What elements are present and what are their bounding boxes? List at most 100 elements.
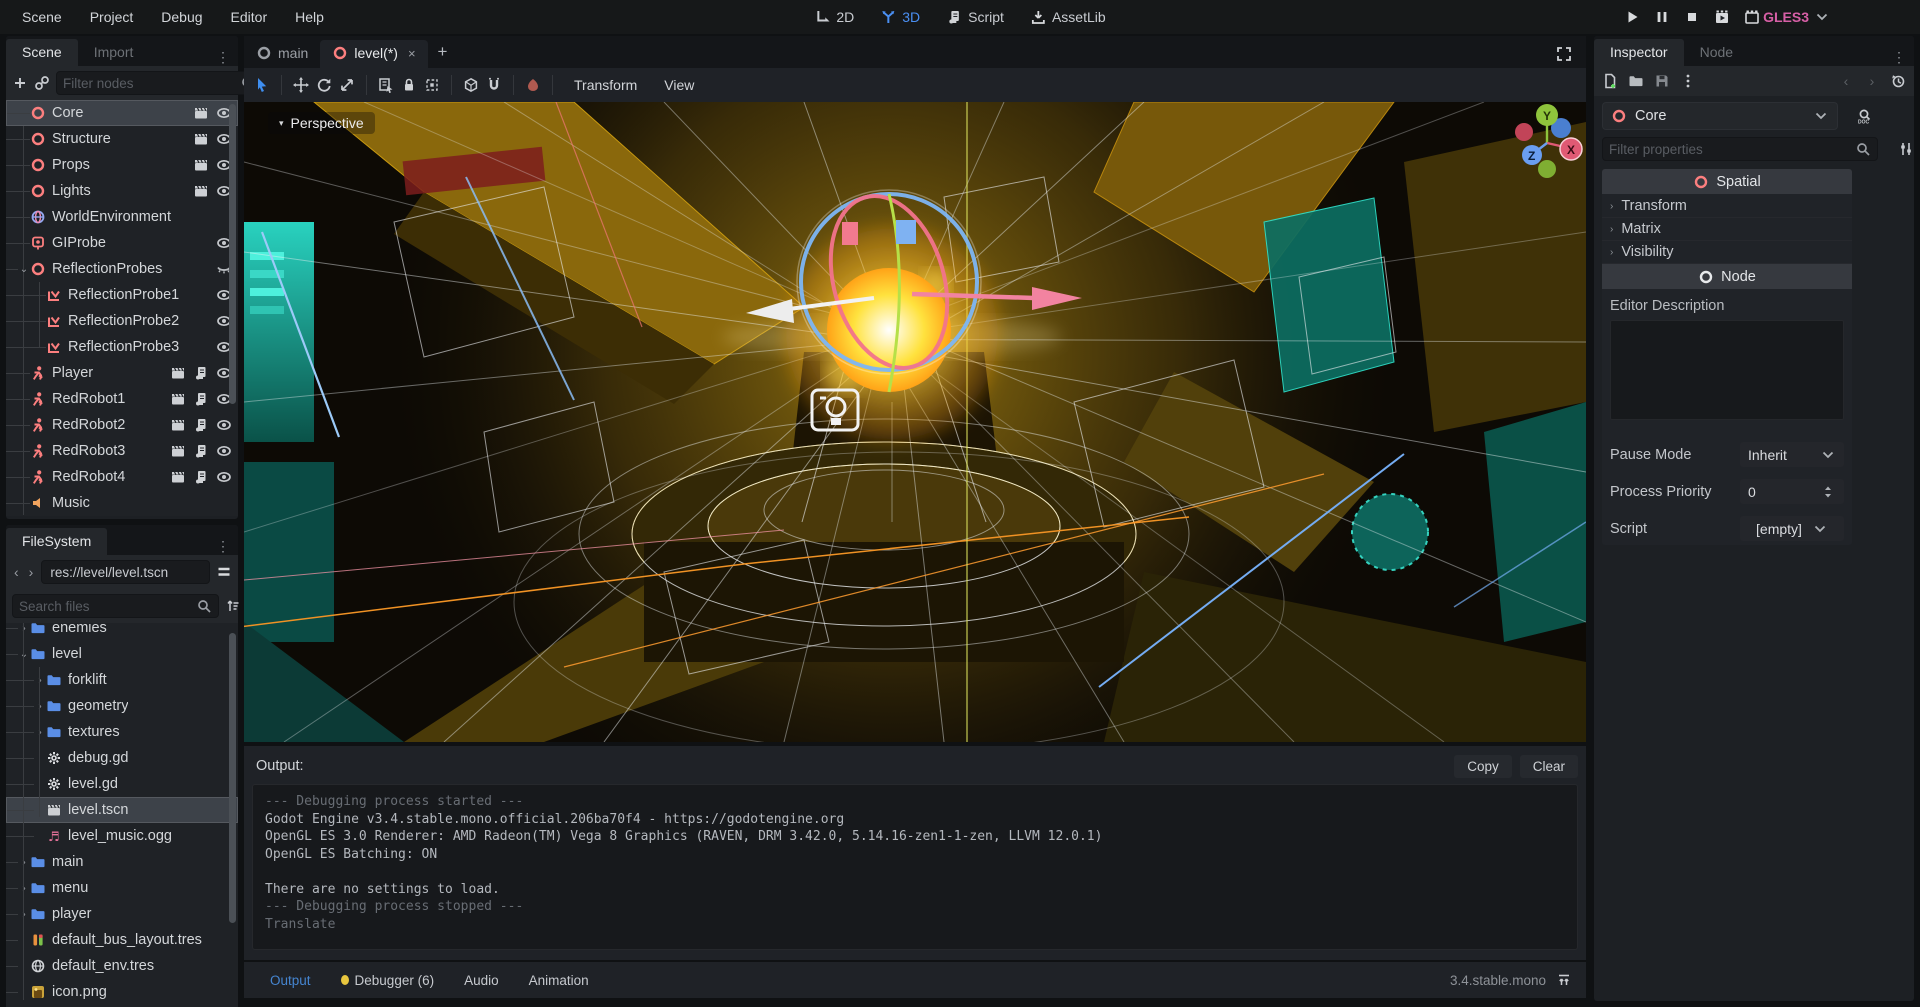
distraction-free-icon[interactable]	[1556, 46, 1572, 62]
open-scene-button-icon[interactable]	[170, 391, 186, 407]
split-mode-icon[interactable]	[216, 564, 232, 580]
scene-node-props[interactable]: Props	[6, 152, 238, 178]
group-transform[interactable]: ›Transform	[1602, 195, 1852, 218]
dock-menu-icon[interactable]: ⋮	[208, 538, 238, 555]
resource-menu-icon[interactable]	[1680, 73, 1696, 89]
script-button-icon[interactable]	[193, 391, 209, 407]
renderer-selector[interactable]: GLES3	[1763, 9, 1830, 25]
mode-assetlib[interactable]: AssetLib	[1022, 6, 1114, 28]
snap-toggle-icon[interactable]	[486, 77, 502, 93]
menu-help[interactable]: Help	[283, 5, 336, 29]
open-scene-button-icon[interactable]	[193, 131, 209, 147]
edit-history-icon[interactable]	[1890, 73, 1906, 89]
movie-play-icon[interactable]	[1714, 9, 1730, 25]
spinner-icon[interactable]	[1820, 484, 1836, 500]
file-default-env.tres[interactable]: default_env.tres	[6, 953, 238, 979]
dock-menu-icon[interactable]: ⋮	[208, 49, 238, 66]
visibility-toggle-icon[interactable]	[216, 443, 232, 459]
history-back-icon[interactable]: ‹	[1838, 73, 1854, 89]
select-tool-icon[interactable]	[254, 77, 270, 93]
expand-icon[interactable]: ›	[18, 623, 30, 634]
bottom-tab-debugger-[interactable]: Debugger (6)	[329, 969, 447, 992]
mode-2d[interactable]: 2D	[806, 6, 862, 28]
section-spatial[interactable]: Spatial	[1602, 169, 1852, 194]
expand-icon[interactable]: ›	[34, 701, 46, 712]
current-path[interactable]: res://level/level.tscn	[41, 560, 210, 584]
collapse-icon[interactable]: ⌄	[18, 649, 30, 660]
file-level-music.ogg[interactable]: ♬level_music.ogg	[6, 823, 238, 849]
scene-node-reflectionprobes[interactable]: ⌄ReflectionProbes	[6, 256, 238, 282]
script-button-icon[interactable]	[193, 417, 209, 433]
tab-inspector[interactable]: Inspector	[1594, 39, 1684, 66]
scene-node-redrobot3[interactable]: RedRobot3	[6, 438, 238, 464]
script-button-icon[interactable]	[193, 443, 209, 459]
bottom-tab-audio[interactable]: Audio	[452, 969, 511, 992]
menu-debug[interactable]: Debug	[149, 5, 214, 29]
output-log[interactable]: --- Debugging process started ---Godot E…	[252, 784, 1578, 950]
group-node-icon[interactable]	[424, 77, 440, 93]
property-value-dropdown[interactable]: [empty]	[1740, 516, 1844, 541]
tab-import[interactable]: Import	[78, 39, 150, 66]
scene-node-redrobot2[interactable]: RedRobot2	[6, 412, 238, 438]
add-node-icon[interactable]	[12, 75, 28, 91]
filter-nodes-input[interactable]	[63, 76, 240, 91]
stop-icon[interactable]	[1684, 9, 1700, 25]
play-icon[interactable]	[1624, 9, 1640, 25]
file-level.gd[interactable]: level.gd	[6, 771, 238, 797]
list-select-tool-icon[interactable]	[378, 77, 394, 93]
expand-bottom-panel-icon[interactable]	[1556, 972, 1572, 988]
mode-script[interactable]: Script	[938, 6, 1012, 28]
file-forklift[interactable]: ›forklift	[6, 667, 238, 693]
load-resource-icon[interactable]	[1628, 73, 1644, 89]
local-space-toggle-icon[interactable]	[463, 77, 479, 93]
open-scene-button-icon[interactable]	[170, 365, 186, 381]
pause-icon[interactable]	[1654, 9, 1670, 25]
open-scene-button-icon[interactable]	[193, 105, 209, 121]
script-button-icon[interactable]	[193, 469, 209, 485]
file-debug.gd[interactable]: debug.gd	[6, 745, 238, 771]
gizmo-handle-z[interactable]	[896, 220, 916, 244]
menu-project[interactable]: Project	[78, 5, 146, 29]
expand-icon[interactable]: ›	[18, 883, 30, 894]
instance-scene-icon[interactable]	[34, 75, 50, 91]
expand-icon[interactable]: ›	[34, 675, 46, 686]
perspective-menu[interactable]: ▾ Perspective	[268, 112, 375, 134]
history-back-icon[interactable]: ‹	[12, 564, 21, 580]
sort-files-icon[interactable]	[225, 598, 241, 614]
scene-tree-scrollbar[interactable]	[229, 104, 236, 404]
scene-node-redrobot4[interactable]: RedRobot4	[6, 464, 238, 490]
tab-filesystem[interactable]: FileSystem	[6, 528, 107, 555]
group-visibility[interactable]: ›Visibility	[1602, 241, 1852, 264]
scene-node-redrobot1[interactable]: RedRobot1	[6, 386, 238, 412]
history-forward-icon[interactable]: ›	[27, 564, 36, 580]
new-resource-icon[interactable]	[1602, 73, 1618, 89]
move-tool-icon[interactable]	[293, 77, 309, 93]
chevron-down-icon[interactable]	[1820, 447, 1836, 463]
open-docs-icon[interactable]: DOC	[1856, 108, 1872, 124]
expand-icon[interactable]: ›	[34, 727, 46, 738]
scene-tab-level[interactable]: level(*)×	[320, 40, 427, 68]
property-value-spin[interactable]: 0	[1740, 479, 1844, 504]
scene-node-structure[interactable]: Structure	[6, 126, 238, 152]
visibility-toggle-icon[interactable]	[216, 469, 232, 485]
open-scene-button-icon[interactable]	[193, 183, 209, 199]
script-button-icon[interactable]	[193, 365, 209, 381]
scene-node-reflectionprobe1[interactable]: ReflectionProbe1	[6, 282, 238, 308]
lock-node-icon[interactable]	[401, 77, 417, 93]
scene-node-reflectionprobe3[interactable]: ReflectionProbe3	[6, 334, 238, 360]
property-value-dropdown[interactable]: Inherit	[1740, 442, 1844, 467]
file-player[interactable]: ›player	[6, 901, 238, 927]
menu-view[interactable]: View	[654, 74, 704, 96]
scene-node-core[interactable]: Core	[6, 100, 238, 126]
open-scene-button-icon[interactable]	[170, 469, 186, 485]
gizmo-handle-x[interactable]	[842, 222, 858, 245]
menu-transform[interactable]: Transform	[564, 74, 647, 96]
file-level[interactable]: ⌄level	[6, 641, 238, 667]
close-tab-icon[interactable]: ×	[408, 46, 416, 61]
clear-button[interactable]: Clear	[1520, 755, 1578, 778]
file-main[interactable]: ›main	[6, 849, 238, 875]
file-default-bus-layout.tres[interactable]: default_bus_layout.tres	[6, 927, 238, 953]
bottom-tab-output[interactable]: Output	[258, 969, 323, 992]
rotate-tool-icon[interactable]	[316, 77, 332, 93]
search-files-input[interactable]	[19, 599, 196, 614]
